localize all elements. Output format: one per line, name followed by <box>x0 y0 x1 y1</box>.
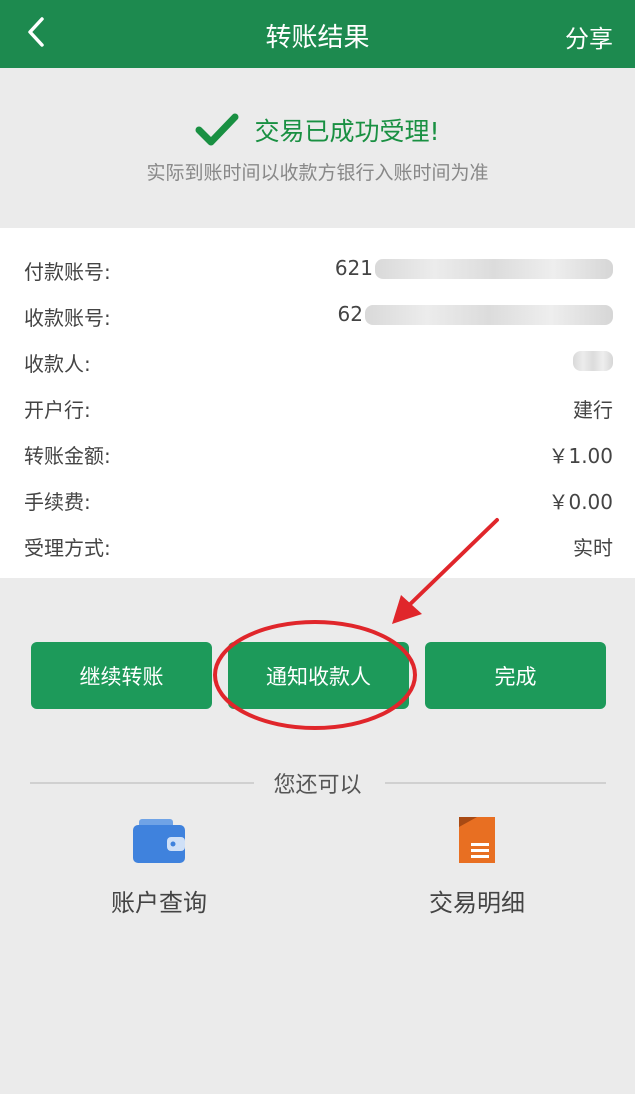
detail-label: 受理方式: <box>24 536 111 560</box>
result-title: 交易已成功受理! <box>254 117 440 146</box>
detail-value: 建行 <box>573 398 613 422</box>
document-icon <box>459 817 495 863</box>
detail-label: 收款账号: <box>24 306 111 330</box>
transaction-details-shortcut[interactable]: 交易明细 <box>377 815 577 918</box>
share-button[interactable]: 分享 <box>565 19 613 54</box>
top-navbar: 转账结果 分享 <box>0 0 635 68</box>
detail-label: 开户行: <box>24 398 91 422</box>
detail-row-payee-name: 收款人: <box>24 348 613 376</box>
continue-transfer-button[interactable]: 继续转账 <box>31 642 212 709</box>
result-subtitle: 实际到账时间以收款方银行入账时间为准 <box>146 162 489 184</box>
account-query-shortcut[interactable]: 账户查询 <box>59 815 259 918</box>
done-button[interactable]: 完成 <box>425 642 606 709</box>
page-title: 转账结果 <box>265 23 370 53</box>
detail-value: ￥0.00 <box>548 490 613 514</box>
detail-row-payer-account: 付款账号: 621 <box>24 256 613 284</box>
detail-value: 实时 <box>573 536 613 560</box>
detail-value: ￥1.00 <box>548 444 613 468</box>
detail-label: 付款账号: <box>24 260 111 284</box>
detail-label: 收款人: <box>24 352 91 376</box>
detail-value: 62 <box>337 302 363 326</box>
detail-row-payee-account: 收款账号: 62 <box>24 302 613 330</box>
detail-row-method: 受理方式: 实时 <box>24 532 613 560</box>
wallet-icon <box>133 819 185 863</box>
redacted-blur <box>365 305 613 325</box>
shortcut-label: 账户查询 <box>111 889 207 917</box>
success-check-icon <box>195 113 239 146</box>
also-section-title: 您还可以 <box>273 773 362 798</box>
detail-label: 手续费: <box>24 490 91 514</box>
redacted-blur <box>375 259 613 279</box>
shortcut-label: 交易明细 <box>429 889 525 917</box>
notify-payee-button[interactable]: 通知收款人 <box>228 642 409 709</box>
detail-label: 转账金额: <box>24 444 111 468</box>
result-banner: 交易已成功受理! 实际到账时间以收款方银行入账时间为准 <box>0 68 635 228</box>
annotation-arrow-head <box>392 595 422 624</box>
detail-row-fee: 手续费: ￥0.00 <box>24 486 613 514</box>
transfer-details: 付款账号: 621 收款账号: 62 收款人: 开户行: 建行 转账金额: ￥1… <box>0 228 635 578</box>
redacted-blur <box>573 351 613 371</box>
detail-row-amount: 转账金额: ￥1.00 <box>24 440 613 468</box>
detail-value: 621 <box>334 256 373 280</box>
detail-row-bank: 开户行: 建行 <box>24 394 613 422</box>
